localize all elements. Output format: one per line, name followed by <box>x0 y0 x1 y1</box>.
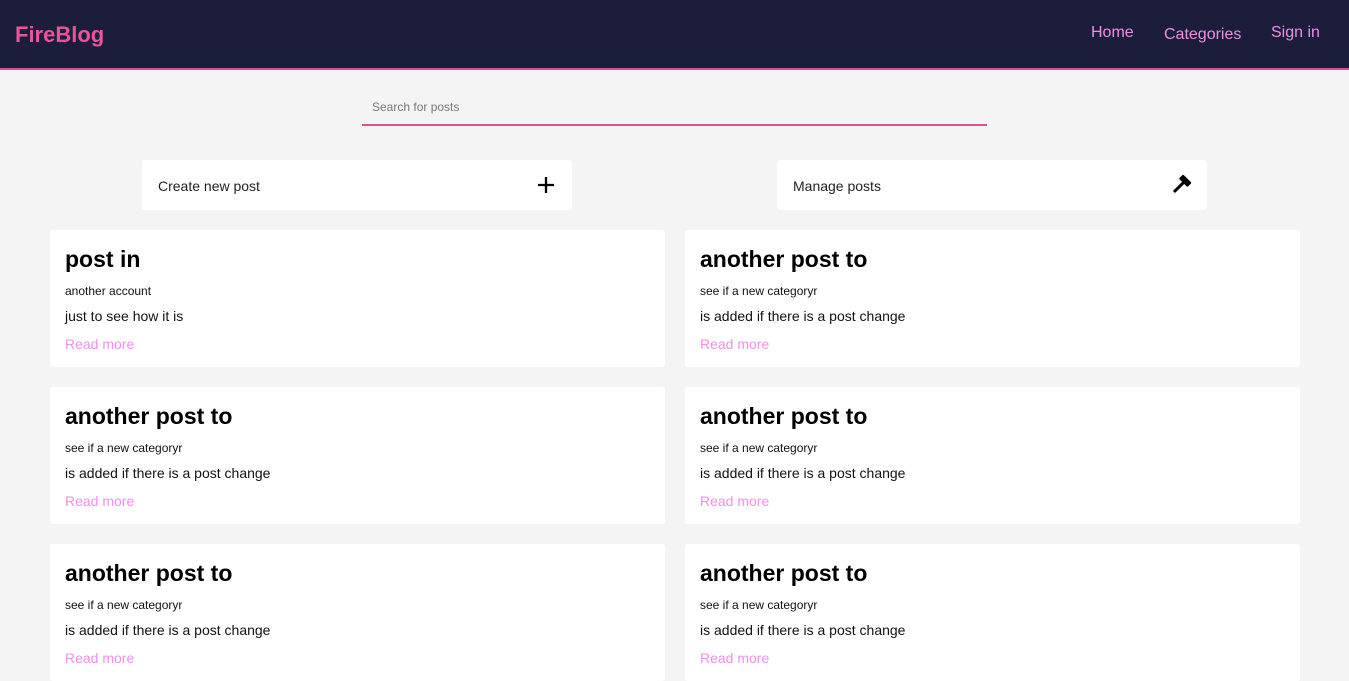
post-card: another post to see if a new categoryr is … <box>685 387 1300 524</box>
post-excerpt: is added if there is a post change <box>65 465 271 481</box>
post-excerpt: is added if there is a post change <box>700 465 906 481</box>
nav-link-categories[interactable]: Categories <box>1164 26 1241 44</box>
post-card: post in another account just to see how it… <box>50 230 665 367</box>
create-post-label: Create new post <box>158 178 260 194</box>
post-excerpt: just to see how it is <box>65 308 184 324</box>
read-more-link[interactable]: Read more <box>700 493 769 509</box>
hammer-icon <box>1173 174 1192 193</box>
plus-icon <box>537 176 555 194</box>
brand-logo[interactable]: FireBlog <box>15 22 104 48</box>
nav-link-home[interactable]: Home <box>1091 24 1134 42</box>
nav-link-sign-in[interactable]: Sign in <box>1271 24 1320 42</box>
post-subtitle: see if a new categoryr <box>700 284 818 298</box>
read-more-link[interactable]: Read more <box>65 493 134 509</box>
post-title: another post to <box>65 403 233 429</box>
post-title: another post to <box>700 403 868 429</box>
manage-posts-label: Manage posts <box>793 178 881 194</box>
post-excerpt: is added if there is a post change <box>65 622 271 638</box>
post-excerpt: is added if there is a post change <box>700 622 906 638</box>
navbar: FireBlog Home Categories Sign in <box>0 0 1349 70</box>
post-card: another post to see if a new categoryr is … <box>50 387 665 524</box>
post-card: another post to see if a new categoryr is … <box>50 544 665 681</box>
search-input[interactable] <box>362 90 987 126</box>
post-card: another post to see if a new categoryr is … <box>685 544 1300 681</box>
create-post-button[interactable]: Create new post <box>142 160 572 210</box>
read-more-link[interactable]: Read more <box>65 336 134 352</box>
post-subtitle: another account <box>65 284 152 298</box>
manage-posts-button[interactable]: Manage posts <box>777 160 1207 210</box>
read-more-link[interactable]: Read more <box>700 336 769 352</box>
post-subtitle: see if a new categoryr <box>65 598 183 612</box>
post-title: another post to <box>700 246 868 272</box>
post-card: another post to see if a new categoryr is … <box>685 230 1300 367</box>
post-subtitle: see if a new categoryr <box>700 441 818 455</box>
post-subtitle: see if a new categoryr <box>65 441 183 455</box>
post-title: another post to <box>65 560 233 586</box>
post-excerpt: is added if there is a post change <box>700 308 906 324</box>
post-title: another post to <box>700 560 868 586</box>
post-subtitle: see if a new categoryr <box>700 598 818 612</box>
read-more-link[interactable]: Read more <box>65 650 134 666</box>
read-more-link[interactable]: Read more <box>700 650 769 666</box>
post-title: post in <box>65 246 141 272</box>
